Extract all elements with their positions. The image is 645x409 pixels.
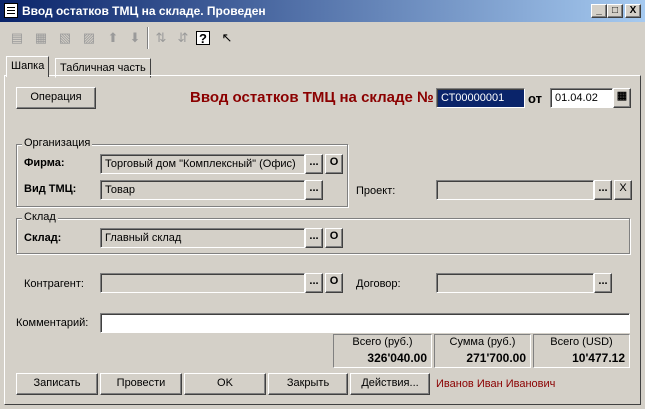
- sort-desc-icon[interactable]: ⇵: [174, 29, 192, 47]
- firm-open-button[interactable]: О: [325, 154, 343, 174]
- save-button[interactable]: Записать: [16, 373, 98, 395]
- sum-rub-label: Сумма (руб.): [449, 336, 516, 348]
- document-number-field[interactable]: СТ00000001: [436, 88, 525, 108]
- close-button[interactable]: Закрыть: [268, 373, 348, 395]
- project-field[interactable]: [436, 180, 594, 200]
- sum-rub-value: 271'700.00: [466, 351, 526, 365]
- sum-rub-box: Сумма (руб.) 271'700.00: [434, 334, 531, 368]
- move-up-icon[interactable]: ⬆: [104, 29, 122, 47]
- clear-icon: X: [619, 182, 627, 194]
- comment-label: Комментарий:: [16, 317, 89, 329]
- close-window-button[interactable]: X: [625, 4, 641, 18]
- counterparty-select-button[interactable]: ...: [305, 273, 323, 293]
- firm-field[interactable]: Торговый дом "Комплексный" (Офис): [100, 154, 305, 174]
- total-rub-box: Всего (руб.) 326'040.00: [333, 334, 432, 368]
- calendar-icon: ▦: [616, 90, 628, 102]
- firm-select-button[interactable]: ...: [305, 154, 323, 174]
- calendar-button[interactable]: ▦: [613, 88, 631, 108]
- post-button[interactable]: Провести: [100, 373, 182, 395]
- delete-row-icon[interactable]: ▧: [56, 29, 74, 47]
- operation-button[interactable]: Операция: [16, 87, 96, 109]
- counterparty-field[interactable]: [100, 273, 305, 293]
- document-heading: Ввод остатков ТМЦ на складе №: [190, 89, 434, 106]
- copy-row-icon[interactable]: ▨: [80, 29, 98, 47]
- project-clear-button[interactable]: X: [614, 180, 632, 200]
- toolbar-separator: [147, 27, 149, 49]
- minimize-button[interactable]: _: [591, 4, 607, 18]
- comment-field[interactable]: [100, 313, 630, 333]
- warehouse-label: Склад:: [24, 232, 62, 244]
- tmc-type-select-button[interactable]: ...: [305, 180, 323, 200]
- warehouse-group-title: Склад: [22, 211, 58, 223]
- contract-select-button[interactable]: ...: [594, 273, 612, 293]
- date-field[interactable]: 01.04.02: [550, 88, 613, 108]
- help-icon[interactable]: ?: [196, 31, 210, 45]
- warehouse-select-button[interactable]: ...: [305, 228, 323, 248]
- window-title: Ввод остатков ТМЦ на складе. Проведен: [22, 4, 266, 18]
- counterparty-open-button[interactable]: О: [325, 273, 343, 293]
- total-usd-box: Всего (USD) 10'477.12: [533, 334, 630, 368]
- sort-asc-icon[interactable]: ⇅: [152, 29, 170, 47]
- date-label: от: [528, 91, 542, 106]
- warehouse-field[interactable]: Главный склад: [100, 228, 305, 248]
- tmc-type-field[interactable]: Товар: [100, 180, 305, 200]
- current-user: Иванов Иван Иванович: [436, 378, 556, 390]
- contract-label: Договор:: [356, 278, 401, 290]
- title-bar[interactable]: Ввод остатков ТМЦ на складе. Проведен: [0, 0, 645, 22]
- warehouse-open-button[interactable]: О: [325, 228, 343, 248]
- ok-button[interactable]: OK: [184, 373, 266, 395]
- tmc-type-label: Вид ТМЦ:: [24, 183, 77, 195]
- total-usd-value: 10'477.12: [572, 351, 625, 365]
- new-row-icon[interactable]: ▤: [8, 29, 26, 47]
- restore-button[interactable]: □: [607, 4, 623, 18]
- total-rub-value: 326'040.00: [367, 351, 427, 365]
- firm-label: Фирма:: [24, 157, 65, 169]
- insert-row-icon[interactable]: ▦: [32, 29, 50, 47]
- tab-header[interactable]: Шапка: [6, 56, 50, 77]
- contract-field[interactable]: [436, 273, 594, 293]
- counterparty-label: Контрагент:: [24, 278, 84, 290]
- project-label: Проект:: [356, 185, 396, 197]
- context-help-icon[interactable]: ↖: [218, 29, 236, 47]
- actions-button[interactable]: Действия...: [350, 373, 430, 395]
- document-icon: [4, 3, 18, 18]
- move-down-icon[interactable]: ⬇: [126, 29, 144, 47]
- organization-group-title: Организация: [22, 137, 93, 149]
- total-rub-label: Всего (руб.): [352, 336, 413, 348]
- total-usd-label: Всего (USD): [550, 336, 613, 348]
- project-select-button[interactable]: ...: [594, 180, 612, 200]
